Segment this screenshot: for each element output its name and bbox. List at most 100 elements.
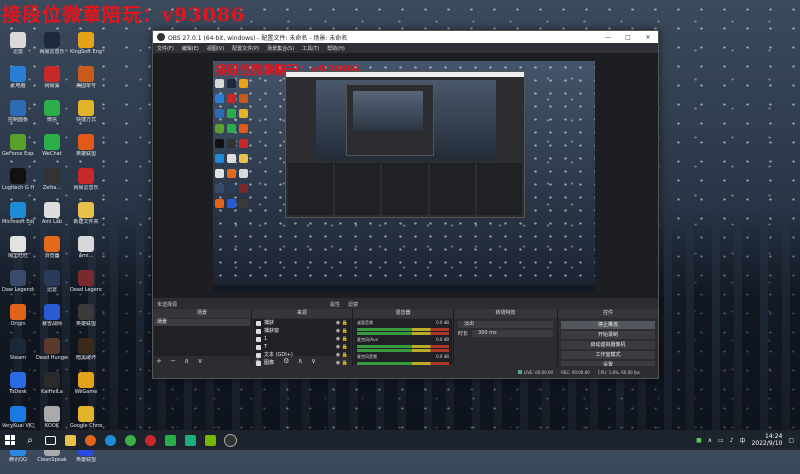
desktop-icon[interactable]: 网易云音乐 xyxy=(70,168,102,202)
maximize-icon[interactable]: □ xyxy=(618,34,638,41)
firefox-icon[interactable] xyxy=(80,430,100,450)
duration-input[interactable]: 300 ms xyxy=(472,330,553,337)
app-icon xyxy=(78,270,94,286)
obs-window[interactable]: OBS 27.0.1 (64-bit, windows) - 配置文件: 未命名… xyxy=(152,30,659,379)
desktop-icon[interactable]: Steam xyxy=(2,338,34,372)
app-icon[interactable] xyxy=(180,430,200,450)
transition-type-select[interactable]: 淡出 xyxy=(458,321,553,328)
scene-item[interactable]: 场景 xyxy=(154,319,250,326)
control-button[interactable]: 设置 xyxy=(561,361,655,366)
menu-item[interactable]: 帮助(H) xyxy=(327,45,345,52)
properties-button[interactable]: 属性 xyxy=(330,301,340,308)
control-button[interactable]: 停止推流 xyxy=(561,321,655,329)
tray-app-icon[interactable]: ■ xyxy=(696,437,702,444)
desktop-icon[interactable]: ToDesk xyxy=(2,372,34,406)
preview-nvidia-icon xyxy=(215,124,224,133)
desktop-icon[interactable]: Zetta... xyxy=(36,168,68,202)
desktop-icon[interactable]: 美国单号 xyxy=(70,66,102,100)
desktop-icon[interactable]: Origin xyxy=(2,304,34,338)
menu-item[interactable]: 配置文件(P) xyxy=(232,45,259,52)
search-icon[interactable]: ⌕ xyxy=(20,430,40,450)
preview-app-icon xyxy=(227,199,236,208)
desktop-icon[interactable]: Ami... xyxy=(70,236,102,270)
chrome-icon[interactable] xyxy=(120,430,140,450)
desktop-icon[interactable]: WeGame xyxy=(70,372,102,406)
desktop-icon[interactable]: 控制面板 xyxy=(2,100,34,134)
input-lang[interactable]: 中 xyxy=(740,436,746,445)
network-icon[interactable]: ▭ xyxy=(718,437,724,444)
tray-chevron-icon[interactable]: ∧ xyxy=(708,437,712,444)
desktop-icon[interactable]: Dead Legends xyxy=(70,270,102,304)
menu-item[interactable]: 编辑(E) xyxy=(182,45,199,52)
control-button[interactable]: 启动虚拟摄像机 xyxy=(561,341,655,349)
obs-titlebar[interactable]: OBS 27.0.1 (64-bit, windows) - 配置文件: 未命名… xyxy=(153,31,658,43)
menu-item[interactable]: 视图(V) xyxy=(207,45,224,52)
desktop-icon[interactable]: 英雄联盟 xyxy=(70,134,102,168)
wechat-icon[interactable] xyxy=(160,430,180,450)
mixer-list[interactable]: 桌面音频 0.0 dB 麦克风/Aux 0.0 dB 麦克风音频 0.0 dB xyxy=(354,319,452,365)
control-button[interactable]: 工作室模式 xyxy=(561,351,655,359)
obs-preview[interactable]: 接段位微章陪玩：v93086 xyxy=(153,53,658,298)
desktop-icon[interactable]: GeForce Experience xyxy=(2,134,34,168)
desktop-icon[interactable]: 暗黑破坏 xyxy=(70,338,102,372)
source-item[interactable]: 1 ◉ 🔒 xyxy=(253,335,351,343)
source-item[interactable]: T ◉ 🔒 xyxy=(253,343,351,351)
edge-icon[interactable] xyxy=(100,430,120,450)
visibility-icon[interactable]: ◉ 🔒 xyxy=(336,359,348,366)
desktop-icon[interactable]: KingSoft Engine xyxy=(70,32,102,66)
visibility-icon[interactable]: ◉ 🔒 xyxy=(336,351,348,359)
netease-music-icon[interactable] xyxy=(140,430,160,450)
menu-item[interactable]: 文件(F) xyxy=(157,45,174,52)
file-explorer-icon[interactable] xyxy=(60,430,80,450)
visibility-icon[interactable]: ◉ 🔒 xyxy=(336,343,348,351)
desktop-icon[interactable]: Microsoft Edge xyxy=(2,202,34,236)
desktop-icon[interactable]: 网易云音乐 xyxy=(36,32,68,66)
scenes-list[interactable]: 场景 xyxy=(154,319,250,356)
track-name: 麦克风音频 xyxy=(357,354,377,359)
desktop-icon[interactable]: WeChat xyxy=(36,134,68,168)
task-view-icon[interactable] xyxy=(40,430,60,450)
sources-list[interactable]: 捕获 ◉ 🔒 捕获窗 ◉ 🔒 1 ◉ 🔒 T ◉ 🔒 文本 (GDI+) ◉ 🔒 图像 ◉ 🔒 xyxy=(253,319,351,366)
desktop-icon[interactable]: 英雄联盟 xyxy=(70,304,102,338)
visibility-icon[interactable]: ◉ 🔒 xyxy=(336,335,348,343)
minimize-icon[interactable]: — xyxy=(598,34,618,41)
control-button[interactable]: 开始录制 xyxy=(561,331,655,339)
sources-dock-controls[interactable]: + − ⚙ ∧ ∨ xyxy=(255,357,319,365)
desktop-icon[interactable]: 迅雷 xyxy=(36,270,68,304)
desktop-icon[interactable]: KaiHeiLa xyxy=(36,372,68,406)
source-item[interactable]: 捕获 ◉ 🔒 xyxy=(253,319,351,327)
desktop-icon[interactable]: Daw Legends xyxy=(2,270,34,304)
scene-source-bar: 未选择源 属性 滤镜 xyxy=(153,299,658,309)
app-icon xyxy=(10,372,26,388)
desktop-icon[interactable]: 阿里旺旺 xyxy=(2,236,34,270)
desktop-icon[interactable]: 新建文件夹 xyxy=(70,202,102,236)
scenes-dock-controls[interactable]: + − ∧ ∨ xyxy=(156,357,206,365)
notification-icon[interactable]: ▢ xyxy=(788,437,794,444)
visibility-icon[interactable]: ◉ 🔒 xyxy=(336,319,348,327)
desktop-icon[interactable]: Ami Lab xyxy=(36,202,68,236)
clock[interactable]: 14:24 2022/9/10 xyxy=(752,433,783,447)
desktop-icon[interactable]: 网易云 xyxy=(36,66,68,100)
menu-item[interactable]: 工具(T) xyxy=(302,45,319,52)
volume-icon[interactable]: ♪ xyxy=(730,437,734,444)
desktop-icon[interactable]: 此电脑 xyxy=(2,66,34,100)
desktop-icon-label: 暴雪战网 xyxy=(41,321,62,327)
desktop-icon[interactable]: 微信 xyxy=(36,100,68,134)
close-icon[interactable]: ✕ xyxy=(638,34,658,41)
obs-taskbar-icon[interactable] xyxy=(220,430,240,450)
desktop-icon[interactable]: 浏览器 xyxy=(36,236,68,270)
desktop-icon[interactable]: Dead Hunger xyxy=(36,338,68,372)
app-icon xyxy=(78,134,94,150)
desktop-icon[interactable]: 暴雪战网 xyxy=(36,304,68,338)
desktop-icon[interactable]: 快捷方式 xyxy=(70,100,102,134)
nvidia-icon[interactable] xyxy=(200,430,220,450)
desktop-icon[interactable]: Logitech G HUB xyxy=(2,168,34,202)
visibility-icon[interactable]: ◉ 🔒 xyxy=(336,327,348,335)
desktop-icon-label: ToDesk xyxy=(9,389,27,395)
source-label: 捕获窗 xyxy=(264,328,280,334)
source-item[interactable]: 捕获窗 ◉ 🔒 xyxy=(253,327,351,335)
desktop-icon[interactable]: 迅雷 xyxy=(2,32,34,66)
menu-item[interactable]: 场景集合(S) xyxy=(267,45,294,52)
filters-button[interactable]: 滤镜 xyxy=(348,301,358,308)
start-button[interactable] xyxy=(0,430,20,450)
